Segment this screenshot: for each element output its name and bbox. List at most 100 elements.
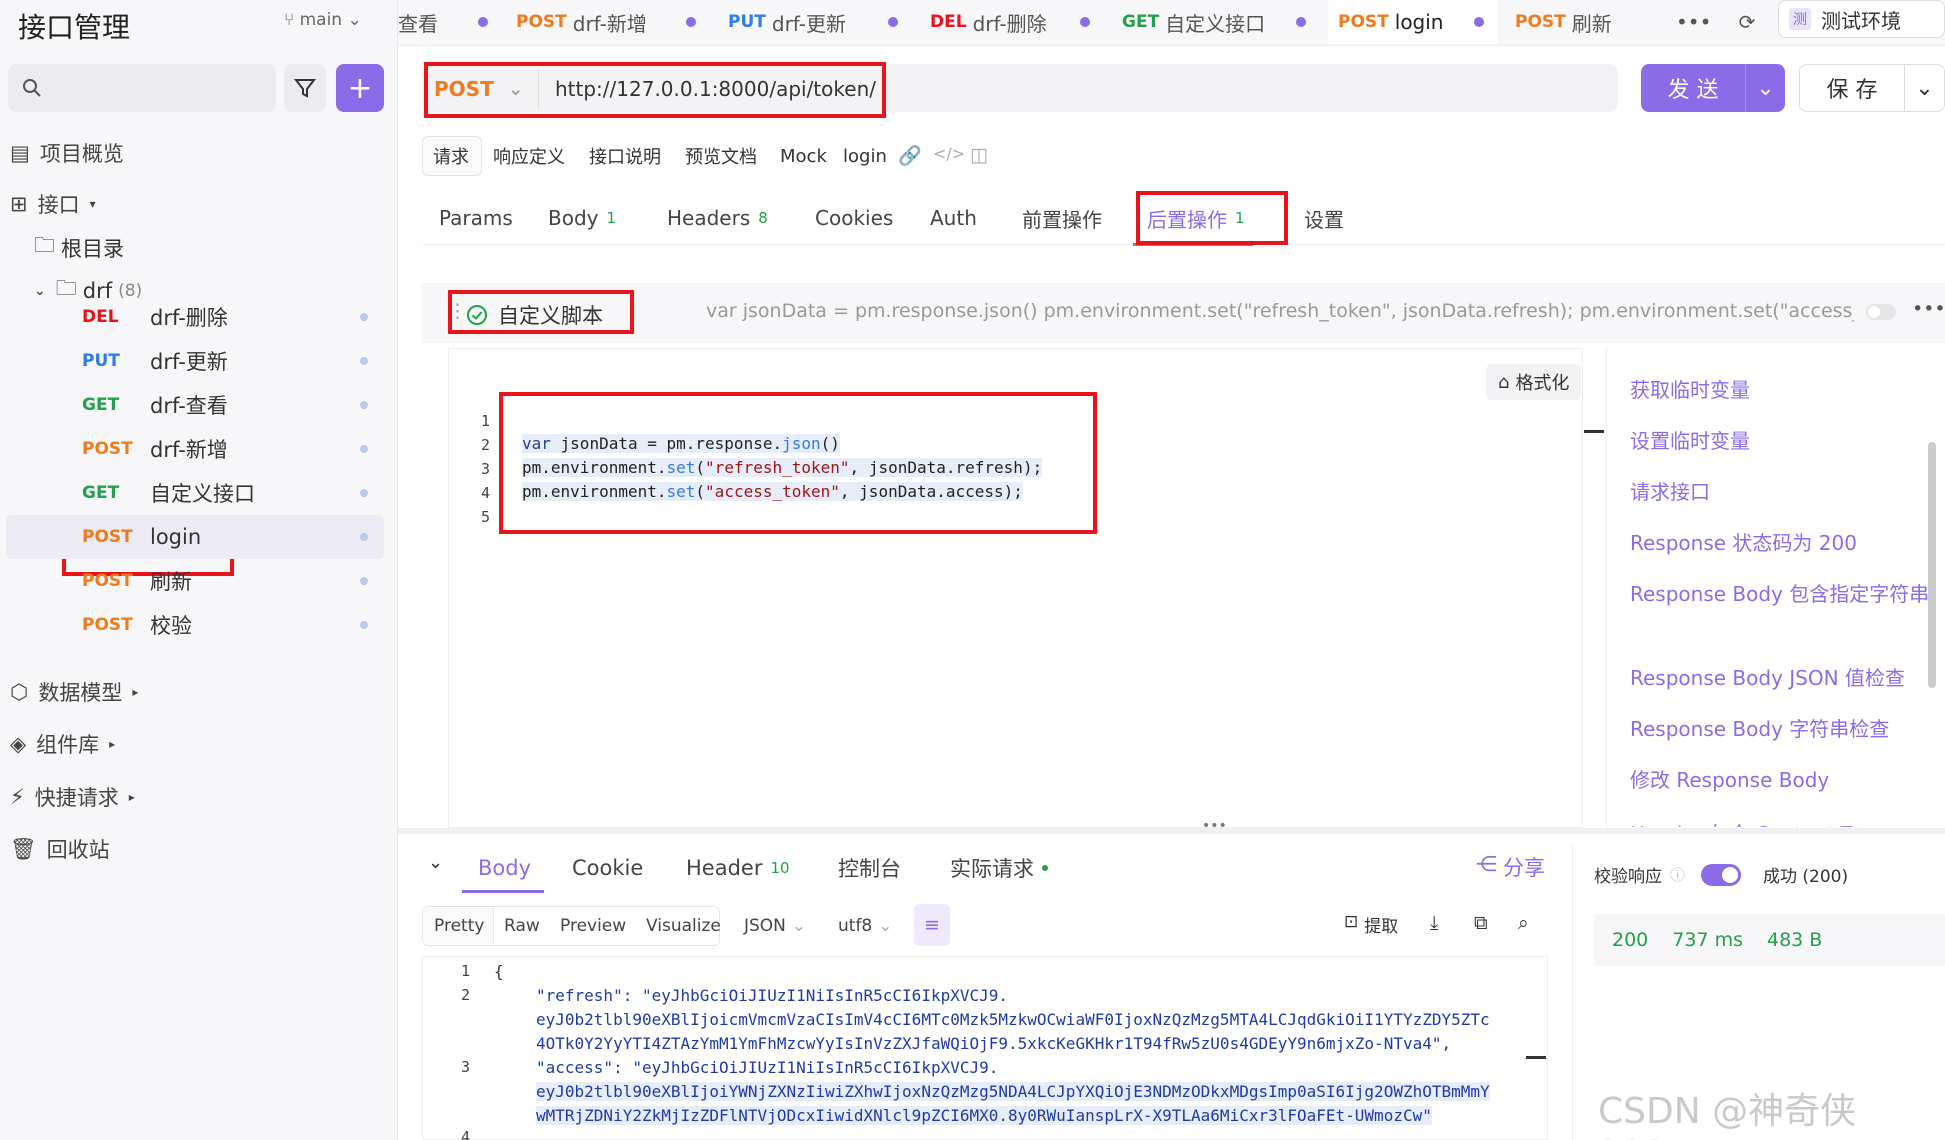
nav-components[interactable]: ◈ 组件库 ▸ [10, 726, 115, 762]
request-tab-1[interactable]: Body 1 [548, 198, 616, 238]
more-icon[interactable]: ••• [1912, 298, 1945, 320]
sub-tab-5[interactable]: login [843, 138, 887, 174]
tab-1[interactable]: POST drf-新增 [506, 0, 710, 44]
search-input[interactable] [8, 64, 276, 112]
sub-tab-1[interactable]: 响应定义 [493, 138, 565, 174]
request-tab-5[interactable]: 前置操作 [1022, 198, 1102, 238]
chevron-down-icon: ⌄ [1756, 75, 1775, 101]
api-item[interactable]: POST drf-新增 [6, 427, 384, 471]
api-item[interactable]: DEL drf-删除 [6, 295, 384, 339]
format-pretty[interactable]: Pretty [424, 906, 494, 946]
sub-tab-0[interactable]: 请求 [433, 138, 469, 174]
api-item[interactable]: POST login [6, 515, 384, 559]
api-item[interactable]: POST 刷新 [6, 559, 384, 603]
nav-apis[interactable]: ⊞ 接口 ▾ [10, 186, 96, 222]
format-preview[interactable]: Preview [550, 906, 636, 946]
request-tab-6[interactable]: 后置操作 1 [1147, 198, 1245, 238]
collapse-icon[interactable]: ⌄ [428, 852, 443, 873]
code-icon[interactable]: </> [933, 144, 965, 163]
snippet-link[interactable]: 请求接口 [1630, 476, 1930, 508]
tab-method: POST [516, 12, 567, 32]
sub-tab-3[interactable]: 预览文档 [685, 138, 757, 174]
url-input[interactable]: http://127.0.0.1:8000/api/token/ [538, 70, 1608, 108]
snippet-link[interactable]: Response Body 字符串检查 [1630, 713, 1930, 745]
sub-tab-4[interactable]: Mock [780, 138, 827, 174]
response-tab-1[interactable]: Cookie [572, 848, 643, 888]
save-dropdown[interactable]: ⌄ [1904, 64, 1944, 112]
format-visualize[interactable]: Visualize [636, 906, 731, 946]
snippet-link[interactable]: 设置临时变量 [1630, 425, 1930, 457]
root-folder[interactable]: 🗀 根目录 [34, 228, 124, 268]
validate-toggle[interactable] [1701, 863, 1742, 886]
script-editor[interactable] [448, 348, 1583, 828]
request-tab-0[interactable]: Params [439, 198, 513, 238]
active-tab-underline [1133, 243, 1253, 246]
status-dot [360, 489, 368, 497]
api-item[interactable]: POST 校验 [6, 603, 384, 647]
tab-0[interactable]: 查看 [398, 0, 498, 44]
resize-handle-icon[interactable]: ••• [1202, 818, 1227, 834]
download-icon[interactable]: ⤓ [1430, 912, 1438, 934]
link-icon[interactable]: 🔗 [898, 144, 922, 167]
format-button[interactable]: ⌂ 格式化 [1486, 364, 1582, 400]
script-title-row[interactable]: 自定义脚本 [466, 300, 603, 330]
snippet-link[interactable]: 获取临时变量 [1630, 374, 1930, 406]
sub-tab-2[interactable]: 接口说明 [589, 138, 661, 174]
copy-icon[interactable]: ⧉ [1474, 912, 1488, 934]
request-tab-3[interactable]: Cookies [815, 198, 893, 238]
save-button[interactable]: 保 存 ⌄ [1799, 64, 1945, 112]
snippet-link[interactable]: 修改 Response Body [1630, 764, 1930, 796]
tab-3[interactable]: DEL drf-删除 [920, 0, 1104, 44]
tab-6[interactable]: POST 刷新 [1505, 0, 1665, 44]
method-select[interactable]: POST ⌄ [434, 72, 524, 106]
add-button[interactable]: + [336, 64, 384, 112]
method-badge: GET [82, 395, 120, 415]
format-label: Pretty [434, 916, 485, 936]
tab-2[interactable]: PUT drf-更新 [718, 0, 912, 44]
validate-result[interactable]: 成功 (200) [1763, 862, 1848, 887]
api-item[interactable]: GET 自定义接口 [6, 471, 384, 515]
refresh-button[interactable]: ⟳ [1728, 0, 1766, 44]
script-toggle[interactable] [1866, 304, 1896, 320]
search-icon[interactable]: ⌕ [1518, 912, 1529, 934]
panel-resizer[interactable] [398, 828, 1945, 834]
chevron-down-icon: ⌄ [791, 916, 807, 936]
tab-method: POST [1515, 12, 1566, 32]
nav-trash[interactable]: 🗑 回收站 [10, 831, 110, 867]
request-tab-4[interactable]: Auth [930, 198, 977, 238]
drag-handle-icon[interactable]: ⋮ [448, 300, 467, 322]
format-utf8[interactable]: utf8 ⌄ [828, 906, 903, 946]
response-tab-2[interactable]: Header 10 [686, 848, 790, 888]
format-raw[interactable]: Raw [494, 906, 550, 946]
snippet-link[interactable]: Response Body 包含指定字符串 [1630, 578, 1930, 610]
response-tab-0[interactable]: Body [478, 848, 531, 888]
request-tab-2[interactable]: Headers 8 [667, 198, 768, 238]
status-dot [1042, 865, 1048, 871]
environment-selector[interactable]: 测 测试环境 [1778, 0, 1945, 38]
snippet-link[interactable]: Response 状态码为 200 [1630, 527, 1930, 559]
wrap-toggle[interactable]: ≡ [914, 904, 950, 946]
method-badge: GET [82, 483, 120, 503]
response-tab-3[interactable]: 控制台 [838, 848, 901, 888]
send-dropdown[interactable]: ⌄ [1745, 64, 1785, 112]
format-json[interactable]: JSON ⌄ [734, 906, 816, 946]
extract-button[interactable]: ⊡ 提取 [1344, 912, 1398, 937]
more-tabs-button[interactable]: ••• [1676, 0, 1711, 44]
tab-4[interactable]: GET 自定义接口 [1112, 0, 1320, 44]
panel-icon[interactable]: ◫ [970, 144, 988, 166]
extract-icon: ⊡ [1344, 912, 1359, 932]
chevron-down-icon: ⌄ [1915, 75, 1934, 101]
share-button[interactable]: ⋲ 分享 [1476, 852, 1545, 882]
nav-project-overview[interactable]: ▤ 项目概览 [10, 135, 124, 171]
filter-button[interactable] [284, 64, 326, 112]
nav-quick-requests[interactable]: ⚡ 快捷请求 ▸ [10, 779, 135, 815]
tab-5[interactable]: POST login [1328, 0, 1498, 44]
snippet-link[interactable]: Response Body JSON 值检查 [1630, 662, 1930, 694]
api-item[interactable]: GET drf-查看 [6, 383, 384, 427]
branch-selector[interactable]: ⑂ main ⌄ [284, 10, 362, 30]
nav-data-models[interactable]: ⬡ 数据模型 ▸ [10, 674, 138, 710]
send-button[interactable]: 发 送 ⌄ [1641, 64, 1785, 112]
response-tab-4[interactable]: 实际请求 [950, 848, 1048, 888]
request-tab-7[interactable]: 设置 [1304, 198, 1344, 238]
api-item[interactable]: PUT drf-更新 [6, 339, 384, 383]
